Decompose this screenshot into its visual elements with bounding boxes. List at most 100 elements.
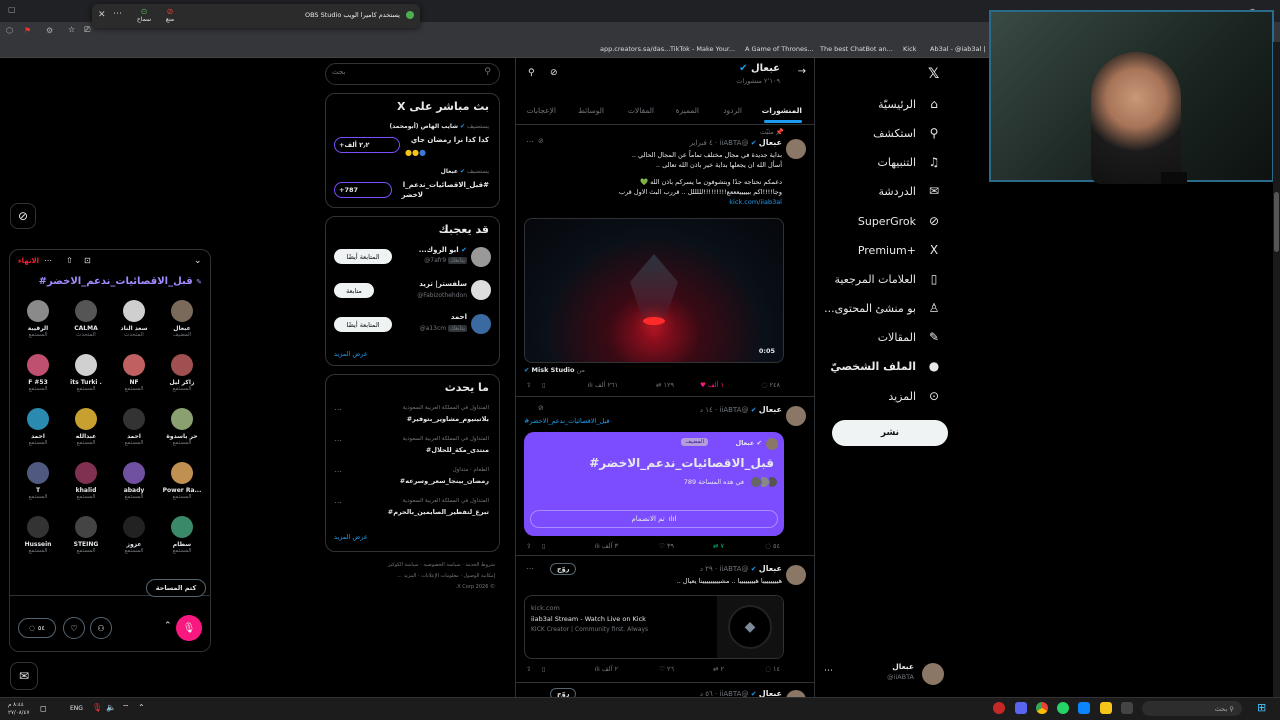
mic-muted-button[interactable]: 🎙 xyxy=(176,615,202,641)
post-link[interactable]: kick.com/iiab3al xyxy=(522,197,782,207)
more-icon[interactable]: ⋯ xyxy=(44,256,52,265)
people-icon[interactable]: ⚇ xyxy=(90,617,112,639)
nav-explore[interactable]: استكشف ⚲ xyxy=(822,121,942,145)
grok-icon[interactable]: ⊘ xyxy=(550,68,558,78)
views-action[interactable]: ılı ٢٦١ ألف xyxy=(587,381,618,389)
minimize-window-icon[interactable]: ⊡ xyxy=(84,256,91,265)
reply-action[interactable]: ◌ ٢٤٨ xyxy=(762,381,780,389)
messages-float-button[interactable]: ✉ xyxy=(10,662,38,690)
more-icon[interactable]: ⋯ xyxy=(526,137,534,146)
space-speaker[interactable]: سطام المستمع xyxy=(160,516,204,554)
space-speaker[interactable]: عبعال المضيف xyxy=(160,300,204,338)
views-action[interactable]: ılı ٢ آلف xyxy=(594,665,618,673)
follow-button[interactable]: متابعة xyxy=(334,283,374,298)
space-speaker[interactable]: Power Ra... المستمع xyxy=(160,462,204,500)
more-icon[interactable]: ⋯ xyxy=(334,498,342,507)
extension-icon[interactable]: ⬡ xyxy=(6,26,13,35)
tab-replies[interactable]: الردود xyxy=(723,106,742,115)
like-action[interactable]: ♡ ٣٩ xyxy=(659,542,674,550)
promote-button[interactable]: روّج xyxy=(550,563,577,575)
follow-back-button[interactable]: المتابعة أيضًا xyxy=(334,317,392,332)
kick-post[interactable]: عبعال ✔ @iiABTA · ٢٩ د روّج ⋯ هييييييييا… xyxy=(516,557,814,683)
footer-link[interactable]: سياسة الخصوصية xyxy=(423,562,460,568)
nav-premium[interactable]: Premium+ X xyxy=(822,238,942,262)
app-taskbar-icon[interactable] xyxy=(1078,702,1090,714)
language-indicator[interactable]: ENG xyxy=(70,705,83,712)
discord-taskbar-icon[interactable] xyxy=(1015,702,1027,714)
post-button[interactable]: نشر xyxy=(832,420,948,446)
bookmark-star-icon[interactable]: ☆ xyxy=(68,25,75,34)
grok-float-button[interactable]: ⊘ xyxy=(10,203,36,229)
clock[interactable]: ٨:٤٤ م ٢٧/٠٨/٤٧ xyxy=(8,701,29,717)
footer-link[interactable]: معلومات الإعلانات xyxy=(421,573,459,579)
tray-chevron-icon[interactable]: ⌃ xyxy=(138,703,145,712)
pinned-post[interactable]: مثبّت 📌 عبعال ✔ @iiABTA · ٤ فبراير ⋯ ⊘ ب… xyxy=(516,125,814,397)
reply-action[interactable]: ◌ ٥٤ xyxy=(765,542,780,550)
space-speaker[interactable]: abady المستمع xyxy=(112,462,156,500)
space-speaker[interactable]: T المستمع xyxy=(16,462,60,500)
more-icon[interactable]: ⋯ xyxy=(334,467,342,476)
bookmark-item[interactable]: TikTok - Make Your... xyxy=(670,45,735,53)
grok-icon[interactable]: ⊘ xyxy=(538,137,544,145)
nav-chat[interactable]: الدردشة ✉ xyxy=(822,179,942,203)
views-action[interactable]: ılı ٣ آلف xyxy=(594,542,618,550)
footer-link[interactable]: إمكانية الوصول xyxy=(464,573,495,579)
trend-item[interactable]: #تبرع_لتفطير_الصايمين_بالحرم xyxy=(388,508,489,516)
live-count-pill[interactable]: +٢٫٢ ألف xyxy=(334,137,400,153)
obs-taskbar-icon[interactable] xyxy=(993,702,1005,714)
joined-button[interactable]: تم الانضمام ılıl xyxy=(530,510,778,528)
mute-space-button[interactable]: كتم المساحة xyxy=(146,579,206,597)
extension-icon-2[interactable]: ⚑ xyxy=(24,26,31,35)
share-icon[interactable]: ⇧ xyxy=(526,542,531,550)
taskbar-search[interactable]: بحث ⚲ xyxy=(1142,701,1242,716)
notification-icon[interactable]: ◻ xyxy=(40,704,47,713)
bookmark-icon[interactable]: ▯ xyxy=(542,381,546,389)
allow-button[interactable]: ⊙ سماح xyxy=(132,7,156,23)
tab-likes[interactable]: الإعجابات xyxy=(527,106,556,115)
like-action[interactable]: ♥ ١ ألف xyxy=(700,381,724,389)
reply-action[interactable]: ◌ ١٤ xyxy=(765,665,780,673)
chevron-down-icon[interactable]: ⌄ xyxy=(194,256,202,266)
space-speaker[interactable]: الرقيبة المستمع xyxy=(16,300,60,338)
wifi-icon[interactable]: ⌔ xyxy=(122,703,130,713)
space-speaker[interactable]: عبدالله المستمع xyxy=(64,408,108,446)
search-box[interactable]: بحث ⚲ xyxy=(325,63,500,85)
whatsapp-taskbar-icon[interactable] xyxy=(1057,702,1069,714)
space-speaker[interactable]: STEING المستمع xyxy=(64,516,108,554)
chrome-taskbar-icon[interactable] xyxy=(1036,702,1048,714)
app-taskbar-icon-2[interactable] xyxy=(1121,702,1133,714)
space-speaker[interactable]: its Turki . المستمع xyxy=(64,354,108,392)
close-icon[interactable]: ✕ xyxy=(98,10,106,20)
more-icon[interactable]: ⋯ xyxy=(334,405,342,414)
tab-posts[interactable]: المنشورات xyxy=(762,106,802,115)
extension-icon-3[interactable]: ⚙ xyxy=(46,26,53,35)
live-count-pill[interactable]: +787 xyxy=(334,182,392,198)
nav-home[interactable]: الرئيسيّة ⌂ xyxy=(822,92,942,116)
nav-articles[interactable]: المقالات ✎ xyxy=(822,325,942,349)
bookmark-item[interactable]: The best ChatBot an... xyxy=(820,45,893,53)
post-hashtag[interactable]: #قبل_الاقصائيات_ندعم_الاخضر xyxy=(524,417,609,425)
space-speaker[interactable]: khalid المستمع xyxy=(64,462,108,500)
windows-start-icon[interactable]: ⊞ xyxy=(1257,701,1266,714)
show-more-link[interactable]: عرض المزيد xyxy=(334,533,368,541)
space-speaker[interactable]: حر باسدوة المستمع xyxy=(160,408,204,446)
space-card[interactable]: عبعال ✔ المضيف #قبل_الاقصائيات_ندعم_الاخ… xyxy=(524,432,784,536)
repost-action[interactable]: ⇄ ٢ xyxy=(713,665,724,673)
footer-link[interactable]: سياسة الكوكيز xyxy=(388,562,419,568)
account-switcher[interactable]: ⋯ عبعال @iiABTA xyxy=(822,660,948,688)
grok-icon[interactable]: ⊘ xyxy=(538,404,544,412)
show-more-link[interactable]: عرض المزيد xyxy=(334,350,368,358)
nav-notifications[interactable]: التنبيهات ♫ xyxy=(822,150,942,174)
more-icon[interactable]: ⋯ xyxy=(334,436,342,445)
post-video[interactable]: 0:05 xyxy=(524,218,784,363)
repost-action[interactable]: ⇄ ١٢٩ xyxy=(656,381,674,389)
comments-button[interactable]: ◌ ٥٤ xyxy=(18,618,56,638)
nav-profile[interactable]: الملف الشخصيّ ● xyxy=(822,354,942,378)
share-icon[interactable]: ⇧ xyxy=(526,665,531,673)
edit-icon[interactable]: ✎ xyxy=(196,278,202,286)
trend-item[interactable]: #رمضان_بينجا_سعر_وسرعه xyxy=(400,477,489,485)
follow-back-button[interactable]: المتابعة أيضًا xyxy=(334,249,392,264)
mic-icon[interactable]: 🎙 xyxy=(92,703,102,712)
space-speaker[interactable]: Hussein المستمع xyxy=(16,516,60,554)
block-button[interactable]: ⊘ منع xyxy=(158,7,182,23)
